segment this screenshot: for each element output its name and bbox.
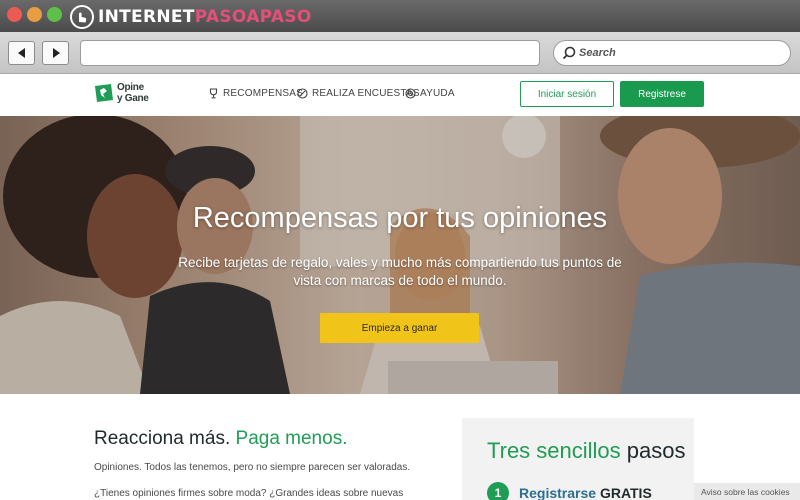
nav-rewards[interactable]: RECOMPENSAS: [208, 88, 303, 99]
help-icon: [405, 88, 416, 99]
watermark-accent: PASOAPASO: [194, 7, 312, 27]
browser-toolbar: Search: [0, 32, 800, 74]
step-number-badge: 1: [487, 482, 509, 500]
minimize-window-button[interactable]: [27, 7, 42, 22]
survey-icon: [297, 88, 308, 99]
forward-button[interactable]: [42, 41, 69, 65]
section-paragraph-1: Opiniones. Todos las tenemos, pero no si…: [94, 462, 411, 473]
arrow-right-icon: [53, 48, 60, 58]
logo-line2: y Gane: [117, 93, 149, 104]
hero-subtitle: Recibe tarjetas de regalo, vales y mucho…: [178, 255, 622, 288]
maximize-window-button[interactable]: [47, 7, 62, 22]
search-icon: [562, 46, 576, 60]
arrow-left-icon: [18, 48, 25, 58]
steps-title-green: Tres sencillos: [487, 438, 621, 463]
section-title-green: Paga menos.: [235, 428, 348, 449]
hero-section: Recompensas por tus opiniones Recibe tar…: [0, 116, 800, 394]
steps-title: Tres sencillos pasos: [487, 438, 686, 464]
trophy-icon: [209, 88, 218, 99]
nav-help[interactable]: AYUDA: [405, 88, 455, 99]
start-earning-button[interactable]: Empieza a ganar: [320, 313, 479, 343]
step-register-text: Registrarse: [519, 485, 597, 500]
section-paragraph-2: ¿Tienes opiniones firmes sobre moda? ¿Gr…: [94, 488, 404, 499]
watermark-logo: INTERNETPASOAPASO: [70, 5, 312, 29]
register-button[interactable]: Registrese: [620, 81, 704, 107]
search-placeholder: Search: [579, 47, 616, 59]
steps-title-dark: pasos: [626, 438, 686, 463]
step-register-emphasis: GRATIS: [599, 485, 652, 500]
opine-y-gane-logo[interactable]: Opine y Gane: [93, 80, 155, 110]
watermark-prefix: INTERNET: [98, 7, 195, 27]
section-title-dark: Reacciona más.: [94, 428, 231, 449]
site-header: Opine y Gane RECOMPENSAS REALIZA ENCUEST…: [0, 74, 800, 116]
browser-search-field[interactable]: Search: [553, 40, 791, 66]
cookie-notice[interactable]: Aviso sobre las cookies: [694, 483, 800, 500]
logo-line1: Opine: [117, 82, 144, 93]
logo-text: Opine y Gane: [117, 82, 149, 104]
nav-help-label: AYUDA: [420, 88, 455, 99]
watermark-text: INTERNETPASOAPASO: [98, 7, 312, 27]
step-register-label[interactable]: Registrarse GRATIS: [519, 485, 652, 500]
close-window-button[interactable]: [7, 7, 22, 22]
section-title: Reacciona más. Paga menos.: [94, 428, 347, 450]
logo-mark-icon: [95, 84, 113, 102]
login-button[interactable]: Iniciar sesión: [520, 81, 614, 107]
window-titlebar: INTERNETPASOAPASO: [0, 0, 800, 32]
nav-rewards-label: RECOMPENSAS: [223, 88, 303, 99]
hero-title: Recompensas por tus opiniones: [192, 202, 608, 234]
address-bar[interactable]: [80, 40, 540, 66]
hand-cursor-icon: [70, 5, 94, 29]
steps-panel: Tres sencillos pasos 1 Registrarse GRATI…: [462, 418, 694, 500]
nav-surveys[interactable]: REALIZA ENCUESTAS: [297, 88, 420, 99]
back-button[interactable]: [8, 41, 35, 65]
nav-surveys-label: REALIZA ENCUESTAS: [312, 88, 420, 99]
